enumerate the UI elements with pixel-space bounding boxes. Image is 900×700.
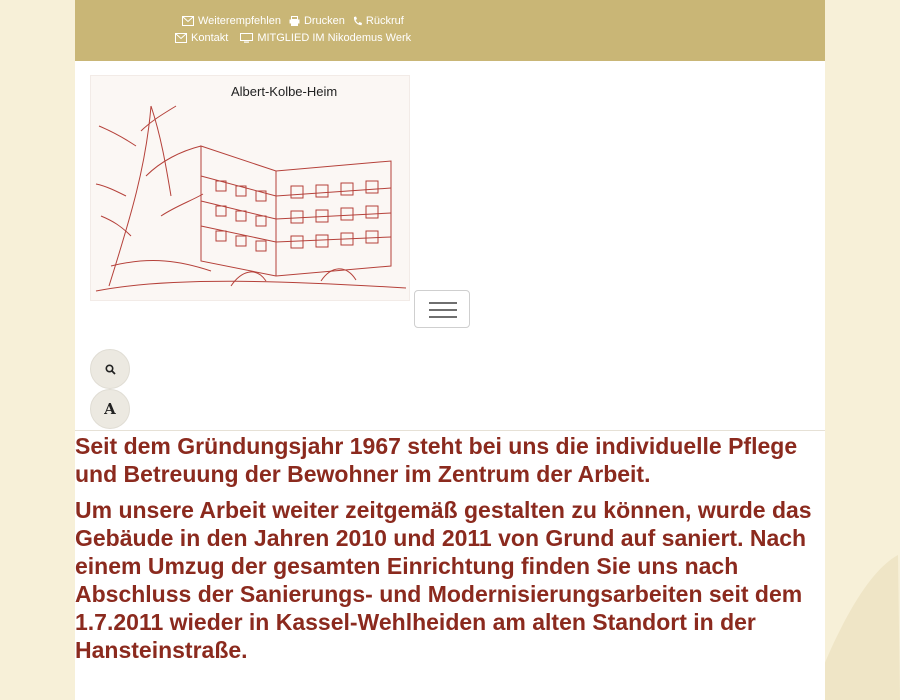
recommend-link-label: Weiterempfehlen <box>198 15 281 27</box>
print-link-label: Drucken <box>303 15 345 27</box>
print-link[interactable]: Drucken <box>289 15 345 27</box>
top-links-row-2: Kontakt MITGLIED IM Nikodemus Werk <box>175 32 411 44</box>
contact-link[interactable]: Kontakt <box>175 32 228 44</box>
search-button[interactable] <box>90 349 130 389</box>
search-icon <box>104 363 116 375</box>
envelope-icon <box>175 33 187 43</box>
envelope-icon <box>182 16 194 26</box>
page-container: Weiterempfehlen Drucken Rückruf Kontakt … <box>75 0 825 700</box>
site-logo[interactable]: Albert-Kolbe-Heim <box>90 75 410 301</box>
menu-toggle-button[interactable] <box>414 290 470 328</box>
callback-link[interactable]: Rückruf <box>353 15 404 27</box>
divider <box>75 430 825 431</box>
contact-link-label: Kontakt <box>191 32 229 44</box>
top-links-row-1: Weiterempfehlen Drucken Rückruf <box>182 15 404 27</box>
print-icon <box>289 16 300 26</box>
callback-link-label: Rückruf <box>365 15 404 27</box>
hamburger-line <box>429 302 457 304</box>
intro-paragraph-1: Seit dem Gründungsjahr 1967 steht bei un… <box>75 433 798 487</box>
member-link-label: MITGLIED IM Nikodemus Werk <box>257 32 412 44</box>
monitor-icon <box>240 33 254 43</box>
logo-title: Albert-Kolbe-Heim <box>231 84 338 99</box>
intro-content: Seit dem Gründungsjahr 1967 steht bei un… <box>75 432 835 672</box>
recommend-link[interactable]: Weiterempfehlen <box>182 15 281 27</box>
intro-paragraph-2: Um unsere Arbeit weiter zeitgemäß gestal… <box>75 497 812 663</box>
font-size-button[interactable]: A <box>90 389 130 429</box>
font-size-label: A <box>104 400 116 418</box>
phone-icon <box>353 16 362 26</box>
building-sketch-image <box>95 105 407 292</box>
top-bar: Weiterempfehlen Drucken Rückruf Kontakt … <box>75 0 825 61</box>
hamburger-line <box>429 309 457 311</box>
hamburger-line <box>429 316 457 318</box>
member-link[interactable]: MITGLIED IM Nikodemus Werk <box>240 32 411 44</box>
